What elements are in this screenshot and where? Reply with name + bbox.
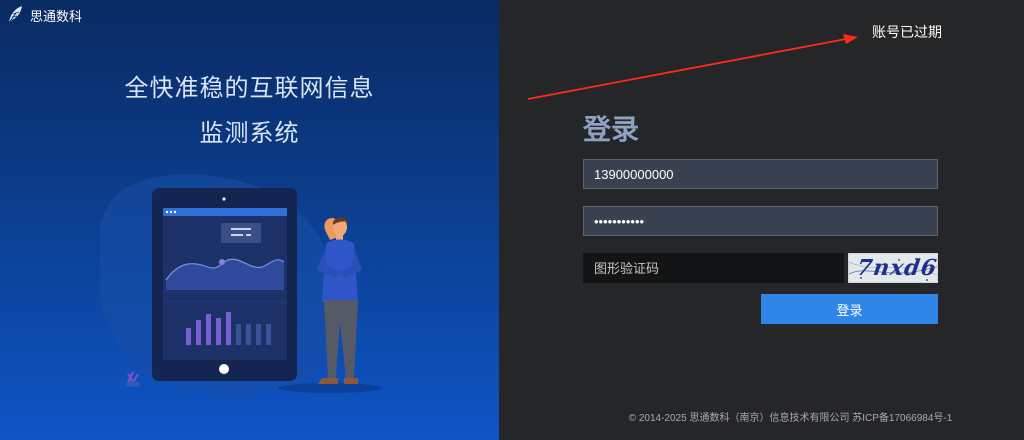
plant-icon bbox=[126, 371, 140, 387]
account-expired-annotation: 账号已过期 bbox=[872, 25, 942, 41]
dashboard-illustration bbox=[100, 174, 382, 395]
phone-input[interactable] bbox=[583, 159, 938, 189]
login-panel: 账号已过期 登录 7nxd6 登录 © 2014-2025 思通数科（南京）信息… bbox=[499, 0, 1024, 440]
brand-name: 思通数科 bbox=[30, 9, 83, 25]
login-title: 登录 bbox=[583, 113, 640, 146]
footer-copyright: © 2014-2025 思通数科（南京）信息技术有限公司 苏ICP备170669… bbox=[628, 413, 953, 424]
captcha-image[interactable]: 7nxd6 bbox=[848, 253, 938, 283]
login-button[interactable]: 登录 bbox=[761, 294, 938, 324]
brand: 思通数科 bbox=[6, 5, 82, 25]
hero-title-line2: 监测系统 bbox=[199, 119, 300, 147]
hero-title-line1: 全快准稳的互联网信息 bbox=[124, 74, 375, 102]
ground-shadow bbox=[278, 383, 382, 393]
captcha-text: 7nxd6 bbox=[855, 255, 938, 281]
feather-logo-icon bbox=[8, 6, 22, 24]
hero-panel: 思通数科 全快准稳的互联网信息 监测系统 bbox=[0, 0, 499, 440]
captcha-input[interactable] bbox=[583, 253, 844, 283]
password-input[interactable] bbox=[583, 206, 938, 236]
tablet bbox=[152, 188, 297, 381]
